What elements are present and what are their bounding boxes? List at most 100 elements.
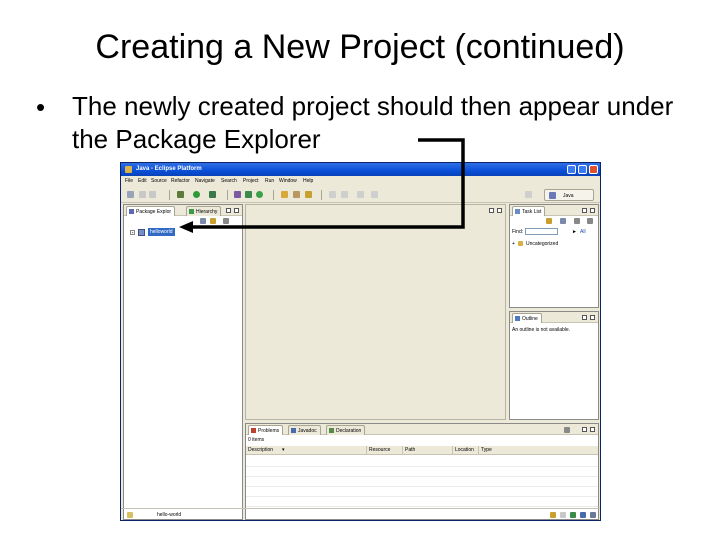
column-location[interactable]: Location [455, 447, 474, 453]
maximize-button[interactable] [578, 165, 587, 174]
task-category-row[interactable]: + Uncategorized [512, 241, 596, 249]
tab-task-list[interactable]: Task List [512, 206, 546, 216]
maximize-view-icon[interactable] [590, 427, 595, 432]
tab-label: Package Explor [136, 209, 172, 215]
minimize-view-icon[interactable] [582, 208, 587, 213]
menu-run[interactable]: Run [265, 178, 274, 184]
menu-window[interactable]: Window [279, 178, 297, 184]
tab-hierarchy[interactable]: Hierarchy [186, 206, 222, 216]
column-divider[interactable] [366, 446, 367, 455]
table-row [246, 486, 598, 487]
project-name[interactable]: helloworld [148, 228, 175, 236]
status-icon[interactable] [560, 512, 566, 518]
tab-label: Hierarchy [196, 209, 218, 215]
previous-annotation-icon[interactable] [341, 191, 348, 198]
edit-icon[interactable] [305, 191, 312, 198]
toolbar-separator [321, 190, 322, 200]
maximize-view-icon[interactable] [497, 208, 502, 213]
close-window-button[interactable] [589, 165, 598, 174]
search-icon[interactable] [293, 191, 300, 198]
open-perspective-icon[interactable] [525, 191, 532, 198]
bullet-text: The newly created project should then ap… [72, 91, 674, 154]
filter-icon[interactable] [564, 427, 570, 433]
view-menu-icon[interactable] [587, 218, 593, 224]
open-type-icon[interactable] [281, 191, 288, 198]
table-row [246, 476, 598, 477]
debug-icon[interactable] [177, 191, 184, 198]
minimize-view-icon[interactable] [226, 208, 231, 213]
package-explorer-pane: Package Explor Hierarchy + helloworld [123, 204, 243, 520]
link-with-editor-icon[interactable] [210, 218, 216, 224]
menu-edit[interactable]: Edit [138, 178, 147, 184]
minimize-view-icon[interactable] [582, 315, 587, 320]
table-row [246, 466, 598, 467]
package-explorer-toolbar [124, 216, 242, 226]
new-java-project-icon[interactable] [234, 191, 241, 198]
status-icon[interactable] [550, 512, 556, 518]
filter-icon[interactable] [560, 218, 566, 224]
java-perspective-icon [549, 192, 556, 199]
fast-view-icon[interactable] [127, 512, 133, 518]
toolbar-separator [227, 190, 228, 200]
new-class-icon[interactable] [256, 191, 263, 198]
tab-package-explorer[interactable]: Package Explor [126, 206, 176, 216]
status-bar: hello-world [121, 508, 600, 520]
tab-problems[interactable]: Problems [248, 425, 284, 435]
eclipse-window: Java - Eclipse Platform File Edit Source… [120, 162, 601, 521]
menu-refactor[interactable]: Refactor [171, 178, 190, 184]
view-menu-icon[interactable] [223, 218, 229, 224]
find-input[interactable] [525, 228, 558, 235]
external-tools-icon[interactable] [209, 191, 216, 198]
slide-title: Creating a New Project (continued) [95, 28, 625, 66]
perspective-switcher[interactable]: Java [544, 189, 594, 201]
menu-help[interactable]: Help [303, 178, 313, 184]
expand-icon[interactable]: + [512, 241, 515, 247]
minimize-view-icon[interactable] [582, 427, 587, 432]
maximize-view-icon[interactable] [590, 315, 595, 320]
column-type[interactable]: Type [481, 447, 492, 453]
tab-javadoc[interactable]: Javadoc [288, 425, 321, 435]
status-icon[interactable] [580, 512, 586, 518]
column-divider[interactable] [402, 446, 403, 455]
menu-search[interactable]: Search [221, 178, 237, 184]
column-resource[interactable]: Resource [369, 447, 390, 453]
minimize-view-icon[interactable] [489, 208, 494, 213]
run-icon[interactable] [193, 191, 200, 198]
all-link[interactable]: All [580, 229, 586, 235]
expand-icon[interactable]: + [130, 230, 135, 235]
tab-outline[interactable]: Outline [512, 313, 542, 323]
all-play-icon[interactable]: ► [572, 229, 577, 235]
column-path[interactable]: Path [405, 447, 415, 453]
menu-file[interactable]: File [125, 178, 133, 184]
status-icon[interactable] [590, 512, 596, 518]
next-annotation-icon[interactable] [329, 191, 336, 198]
menu-navigate[interactable]: Navigate [195, 178, 215, 184]
table-row [246, 496, 598, 497]
maximize-view-icon[interactable] [234, 208, 239, 213]
tab-label: Problems [258, 428, 280, 434]
perspective-label: Java [563, 193, 574, 199]
collapse-icon[interactable] [574, 218, 580, 224]
tab-declaration[interactable]: Declaration [326, 425, 366, 435]
column-divider[interactable] [452, 446, 453, 455]
column-divider[interactable] [478, 446, 479, 455]
menu-project[interactable]: Project [243, 178, 259, 184]
menu-source[interactable]: Source [151, 178, 167, 184]
problems-table-header: Description ▾ Resource Path Location Typ… [246, 446, 598, 455]
save-icon[interactable] [139, 191, 146, 198]
tab-label: Task List [522, 209, 542, 215]
new-package-icon[interactable] [245, 191, 252, 198]
new-icon[interactable] [127, 191, 134, 198]
maximize-view-icon[interactable] [590, 208, 595, 213]
minimize-button[interactable] [567, 165, 576, 174]
tab-label: Declaration [336, 428, 362, 434]
column-description[interactable]: Description [248, 447, 273, 453]
print-icon[interactable] [149, 191, 156, 198]
collapse-all-icon[interactable] [200, 218, 206, 224]
task-list-icon [515, 209, 520, 214]
back-icon[interactable] [357, 191, 364, 198]
status-icon[interactable] [570, 512, 576, 518]
java-project-icon [138, 229, 145, 236]
forward-icon[interactable] [371, 191, 378, 198]
new-task-icon[interactable] [546, 218, 552, 224]
